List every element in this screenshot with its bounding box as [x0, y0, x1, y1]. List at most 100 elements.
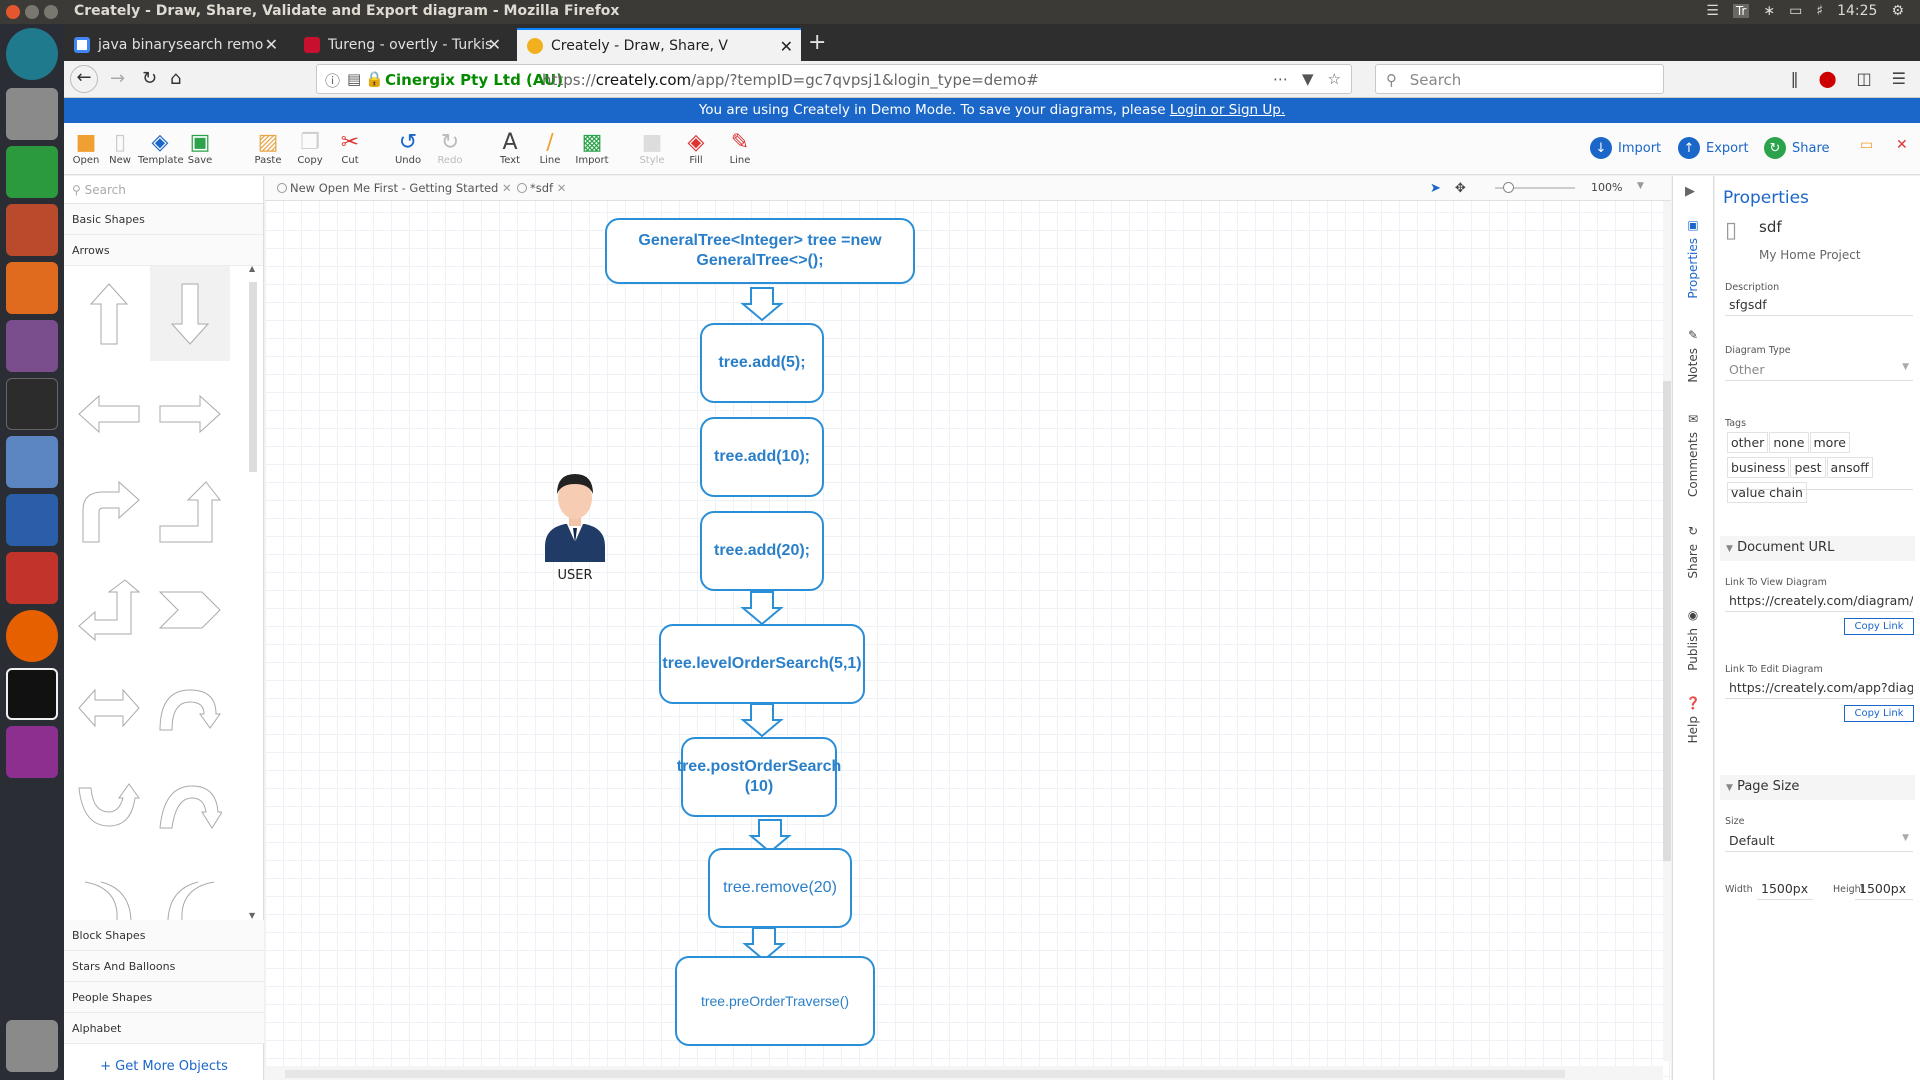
- pocket-icon[interactable]: ▼: [1302, 70, 1314, 88]
- reload-button[interactable]: ↻: [142, 68, 157, 89]
- software-center-icon[interactable]: [6, 262, 58, 314]
- down-arrow-shape[interactable]: [150, 266, 230, 361]
- browser-tab[interactable]: java binarysearch remo ✕: [64, 28, 286, 61]
- tag[interactable]: none: [1769, 432, 1809, 453]
- firefox-icon[interactable]: [6, 610, 58, 662]
- login-signup-link[interactable]: Login or Sign Up.: [1170, 102, 1285, 118]
- restore-icon[interactable]: ▭: [1860, 137, 1873, 153]
- edit-link-field[interactable]: https://creately.com/app?diagid: [1725, 677, 1913, 699]
- close-icon[interactable]: ✕: [488, 35, 501, 54]
- home-button[interactable]: ⌂: [170, 68, 181, 89]
- close-icon[interactable]: ✕: [780, 37, 793, 56]
- diagram-node[interactable]: tree.add(5);: [700, 323, 824, 403]
- up-arrow-shape[interactable]: [69, 266, 149, 361]
- terminal-icon[interactable]: [6, 378, 58, 430]
- user-person-shape[interactable]: USER: [539, 466, 611, 583]
- diagram-canvas[interactable]: New Open Me First - Getting Started ✕ *s…: [265, 176, 1671, 1080]
- app-window-icon[interactable]: [6, 726, 58, 778]
- virtualbox-icon[interactable]: [6, 436, 58, 488]
- close-icon[interactable]: ✕: [265, 35, 278, 54]
- document-url-section[interactable]: ▼ Document URL: [1720, 536, 1915, 561]
- spreadsheet-icon[interactable]: [6, 146, 58, 198]
- copy-edit-link-button[interactable]: Copy Link: [1844, 705, 1914, 722]
- presentation-icon[interactable]: [6, 204, 58, 256]
- window-maximize-button[interactable]: [44, 5, 58, 19]
- page-size-section[interactable]: ▼ Page Size: [1720, 775, 1915, 800]
- tag[interactable]: other: [1727, 432, 1769, 453]
- category-stars-and-balloons[interactable]: Stars And Balloons: [64, 951, 264, 982]
- category-basic-shapes[interactable]: Basic Shapes: [64, 204, 263, 235]
- browser-tab[interactable]: Tureng - overtly - Turkis ✕: [294, 28, 509, 61]
- battery-icon[interactable]: ▭: [1789, 3, 1802, 19]
- tab-properties[interactable]: ▣ Properties: [1673, 218, 1713, 299]
- tab-publish[interactable]: ◉ Publish: [1673, 608, 1713, 671]
- undo-button[interactable]: ↺ Undo: [390, 129, 426, 167]
- diagram-node[interactable]: tree.add(20);: [700, 511, 824, 591]
- double-arrow-shape[interactable]: [69, 660, 149, 755]
- cut-button[interactable]: ✂ Cut: [332, 129, 368, 167]
- diagram-node[interactable]: tree.postOrderSearch (10): [677, 737, 841, 817]
- volume-icon[interactable]: ♯: [1816, 3, 1823, 19]
- category-people-shapes[interactable]: People Shapes: [64, 982, 264, 1013]
- document-name[interactable]: sdf: [1759, 218, 1782, 236]
- export-button[interactable]: ↑ Export: [1678, 137, 1749, 159]
- tab-share[interactable]: ↻ Share: [1673, 524, 1713, 579]
- tag[interactable]: business: [1727, 457, 1790, 478]
- redo-button[interactable]: ↻ Redo: [432, 129, 468, 167]
- new-tab-button[interactable]: +: [808, 30, 826, 55]
- template-button[interactable]: ◈ Template: [138, 129, 184, 167]
- text-tool-button[interactable]: A Text: [492, 129, 528, 167]
- files-icon[interactable]: [6, 88, 58, 140]
- u-turn-arrow-shape[interactable]: [150, 660, 230, 755]
- diagram-node[interactable]: tree.levelOrderSearch(5,1): [659, 624, 865, 704]
- library-scrollbar[interactable]: ▲ ▼: [249, 264, 257, 920]
- url-text[interactable]: https://creately.com/app/?tempID=gc7qvps…: [542, 71, 1039, 89]
- canvas-vertical-scrollbar[interactable]: [1663, 201, 1671, 1061]
- tag[interactable]: value chain: [1727, 482, 1807, 503]
- diagram-node[interactable]: GeneralTree<Integer> tree =new GeneralTr…: [605, 218, 915, 284]
- size-select[interactable]: Default ▼: [1725, 830, 1913, 852]
- right-arrow-shape[interactable]: [150, 366, 230, 461]
- forward-button[interactable]: →: [110, 68, 125, 89]
- trash-icon[interactable]: [6, 1020, 58, 1072]
- tag[interactable]: ansoff: [1826, 457, 1873, 478]
- tags-field[interactable]: other none more business pest ansoff value cha…: [1727, 432, 1913, 503]
- copy-button[interactable]: ❐ Copy: [292, 129, 328, 167]
- tag[interactable]: pest: [1790, 457, 1826, 478]
- document-viewer-icon[interactable]: [6, 552, 58, 604]
- close-icon[interactable]: ✕: [1896, 137, 1908, 153]
- width-field[interactable]: 1500px: [1757, 878, 1813, 900]
- sidebar-icon[interactable]: ◫: [1857, 69, 1872, 88]
- site-identity[interactable]: Cinergix Pty Ltd (AU): [385, 71, 563, 89]
- writer-icon[interactable]: [6, 494, 58, 546]
- diagram-node[interactable]: tree.add(10);: [700, 417, 824, 497]
- curved-turn-arrow-shape[interactable]: [69, 464, 149, 559]
- copy-view-link-button[interactable]: Copy Link: [1844, 618, 1914, 635]
- gear-icon[interactable]: ⚙: [1891, 3, 1904, 19]
- collapse-panel-icon[interactable]: ▶: [1685, 184, 1695, 199]
- curved-up-arrow-shape[interactable]: [69, 758, 149, 853]
- tag[interactable]: more: [1809, 432, 1850, 453]
- ubuntu-logo-icon[interactable]: [6, 28, 58, 80]
- curve-right-arrow-shape[interactable]: [69, 856, 149, 921]
- library-icon[interactable]: ‖: [1791, 69, 1799, 88]
- style-button[interactable]: ■ Style: [634, 129, 670, 167]
- intellij-icon[interactable]: [6, 668, 58, 720]
- diagram-node[interactable]: tree.preOrderTraverse(): [675, 956, 875, 1046]
- library-search-input[interactable]: ⚲ Search: [64, 176, 263, 204]
- bluetooth-icon[interactable]: ∗: [1763, 3, 1775, 19]
- category-alphabet[interactable]: Alphabet: [64, 1013, 264, 1044]
- search-input[interactable]: ⚲ Search: [1375, 64, 1664, 94]
- paste-button[interactable]: ▨ Paste: [250, 129, 286, 167]
- get-more-objects-link[interactable]: + Get More Objects: [64, 1059, 264, 1074]
- menu-icon[interactable]: ☰: [1892, 69, 1906, 88]
- view-link-field[interactable]: https://creately.com/diagram/jt: [1725, 590, 1913, 612]
- import-button[interactable]: ↓ Import: [1590, 137, 1661, 159]
- tab-comments[interactable]: ✉ Comments: [1673, 412, 1713, 497]
- fill-button[interactable]: ◈ Fill: [678, 129, 714, 167]
- diagram-type-select[interactable]: Other ▼: [1725, 359, 1913, 381]
- curve-left-arrow-shape[interactable]: [150, 856, 230, 921]
- save-button[interactable]: ▣ Save: [182, 129, 218, 167]
- wifi-icon[interactable]: ☰: [1706, 3, 1719, 19]
- settings-tools-icon[interactable]: [6, 320, 58, 372]
